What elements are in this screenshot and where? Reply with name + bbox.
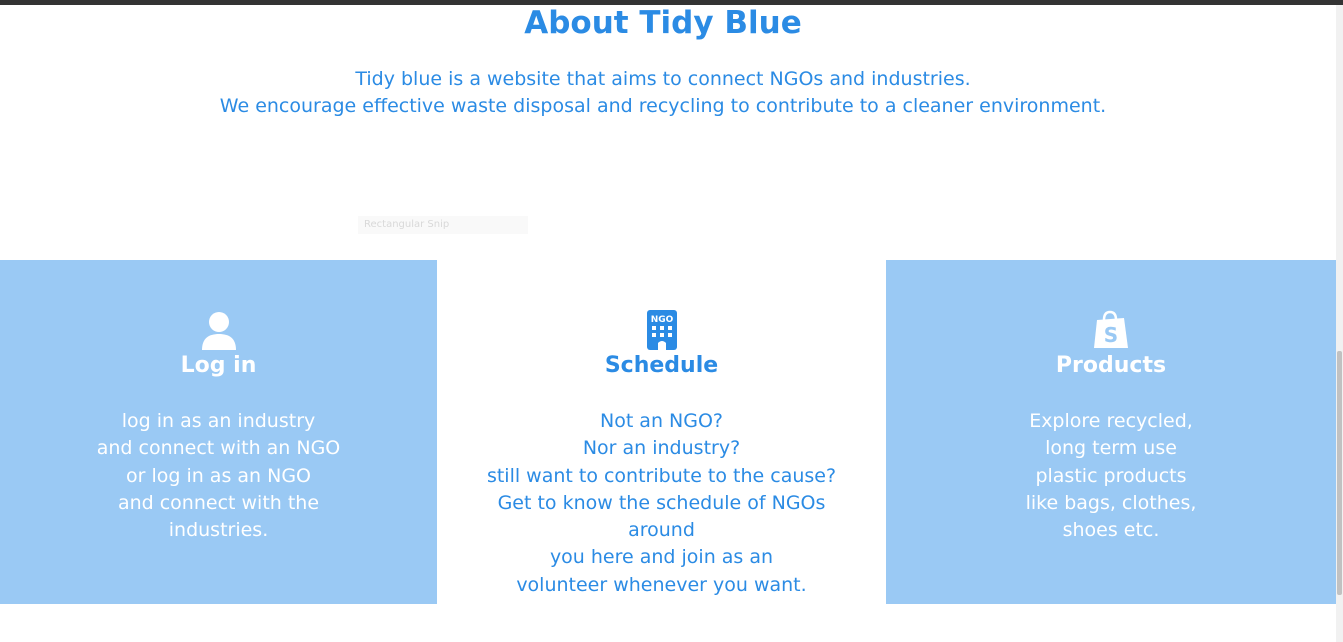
card-line: and connect with an NGO	[96, 437, 341, 460]
card-line: shoes etc.	[1062, 519, 1160, 542]
card-line: still want to contribute to the cause?	[486, 464, 837, 487]
card-products[interactable]: S Products Explore recycled, long term u…	[886, 260, 1336, 604]
about-line: Tidy blue is a website that aims to conn…	[355, 68, 971, 90]
card-line: around	[628, 519, 695, 542]
card-line: volunteer whenever you want.	[516, 573, 807, 596]
card-line: log in as an industry	[121, 410, 316, 432]
card-title-products[interactable]: Products	[886, 352, 1336, 380]
card-line: and connect with the	[117, 491, 320, 514]
snip-overlay-label: Rectangular Snip	[364, 219, 450, 230]
shopify-bag-icon: S	[1094, 310, 1128, 348]
card-line: industries.	[168, 519, 269, 542]
vertical-scrollbar[interactable]	[1336, 5, 1343, 642]
card-schedule[interactable]: NGO Schedule Not an NGO? Nor an industry…	[437, 260, 886, 604]
card-line: Explore recycled,	[1029, 410, 1193, 432]
card-line: you here and join as an	[549, 546, 774, 569]
card-line: or log in as an NGO	[125, 464, 312, 487]
user-icon	[201, 312, 236, 350]
card-line: Not an NGO?	[599, 410, 724, 432]
card-line: Nor an industry?	[582, 437, 741, 460]
about-title: About Tidy Blue	[524, 5, 802, 41]
card-line: long term use	[1045, 437, 1177, 460]
card-body-products: Explore recycled, long term use plastic …	[886, 408, 1336, 544]
card-login[interactable]: Log in log in as an industry and connect…	[0, 260, 437, 604]
scrollbar-thumb[interactable]	[1337, 351, 1342, 595]
card-body-login: log in as an industry and connect with a…	[0, 408, 437, 544]
about-description: Tidy blue is a website that aims to conn…	[0, 66, 1326, 120]
about-line: We encourage effective waste disposal an…	[219, 95, 1107, 117]
snip-tool-overlay: Rectangular Snip	[358, 216, 528, 234]
card-title-schedule[interactable]: Schedule	[437, 352, 886, 380]
ngo-building-icon: NGO	[646, 310, 677, 350]
ngo-icon-text: NGO	[650, 315, 673, 325]
card-line: like bags, clothes,	[1025, 491, 1197, 514]
card-title-login[interactable]: Log in	[0, 352, 437, 380]
svg-text:S: S	[1104, 323, 1118, 347]
card-line: Get to know the schedule of NGOs	[497, 491, 826, 514]
card-body-schedule: Not an NGO? Nor an industry? still want …	[437, 408, 886, 599]
card-line: plastic products	[1035, 464, 1187, 487]
